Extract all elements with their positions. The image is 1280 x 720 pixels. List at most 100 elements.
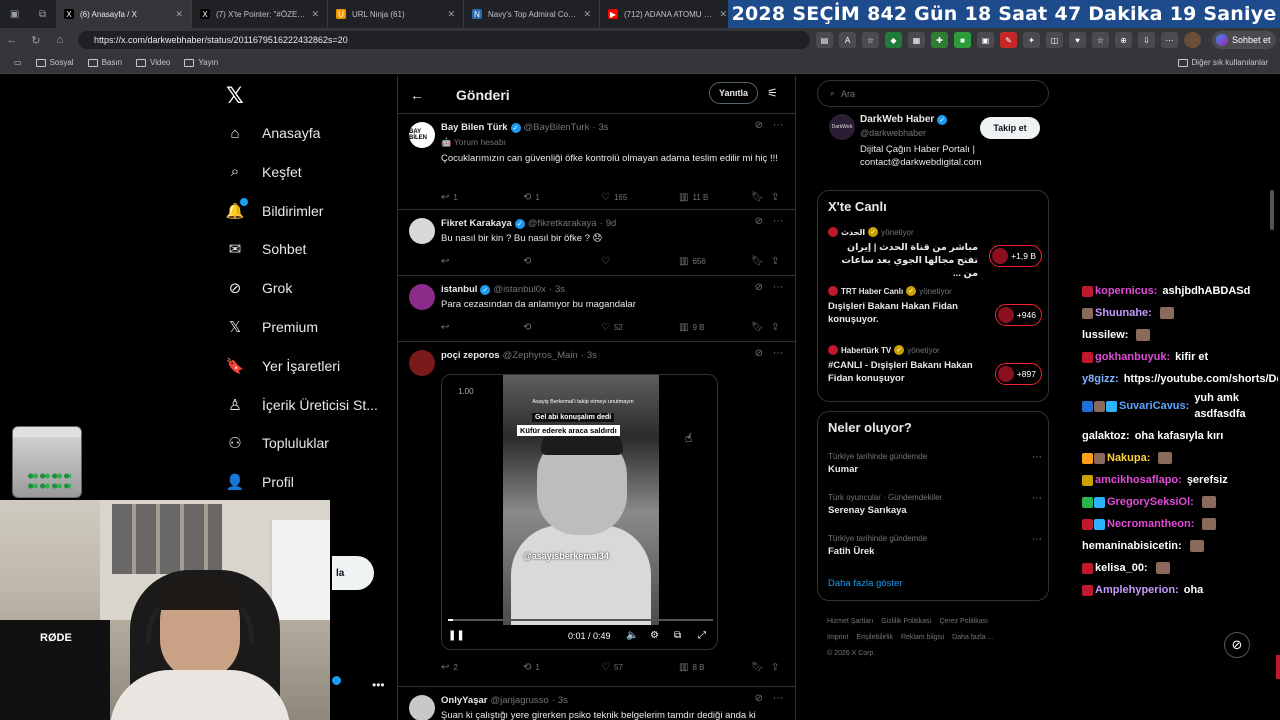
back-arrow-icon[interactable]: ←: [0, 34, 24, 46]
bookmark-button[interactable]: 🔖︎: [751, 256, 771, 267]
footer-link[interactable]: Imprint: [827, 634, 848, 641]
browser-tab[interactable]: N Navy's Top Admiral Concer ✕: [464, 0, 600, 28]
tweet-time[interactable]: 9d: [606, 218, 617, 229]
tweet-time[interactable]: 3s: [587, 350, 597, 361]
profile-handle[interactable]: @darkwebhaber: [860, 128, 926, 138]
reply-tweet[interactable]: OnlyYaşar @janjagrusso · 3s ⊘ ⋯ Şuan ki çal…: [398, 687, 795, 720]
nav-item-premium[interactable]: 𝕏 Premium: [226, 310, 318, 344]
more-icon[interactable]: ⋯: [773, 216, 783, 227]
extension-icon[interactable]: ▦: [908, 32, 925, 48]
avatar[interactable]: [409, 350, 435, 376]
author-name[interactable]: Fikret Karakaya: [441, 218, 512, 229]
author-handle[interactable]: @janjagrusso: [490, 695, 548, 706]
grok-icon[interactable]: ⊘: [755, 216, 763, 227]
repost-button[interactable]: ⟲: [523, 256, 601, 267]
account-menu-icon[interactable]: •••: [372, 678, 385, 692]
grok-icon[interactable]: ⊘: [755, 120, 763, 131]
show-more-link[interactable]: Daha fazla göster: [828, 578, 902, 589]
puzzle-icon[interactable]: ✦: [1023, 32, 1040, 48]
views-button[interactable]: ▥ 8 B: [679, 662, 751, 673]
collections-icon[interactable]: ⊕: [1115, 32, 1132, 48]
bookmark-button[interactable]: 🔖︎: [751, 662, 771, 673]
footer-link[interactable]: Hizmet Şartları: [827, 618, 873, 625]
star-icon[interactable]: ☆: [862, 32, 879, 48]
browser-tab[interactable]: X (7) X'te Pointer: "#ÖZELHAB ✕: [192, 0, 328, 28]
extension-icon[interactable]: ▣: [977, 32, 994, 48]
nav-item-explore[interactable]: ⌕ Keşfet: [226, 155, 302, 189]
downloads-icon[interactable]: ⇩: [1138, 32, 1155, 48]
url-field[interactable]: https://x.com/darkwebhaber/status/201167…: [78, 31, 810, 49]
browser-tab[interactable]: U URL Ninja (61) ✕: [328, 0, 464, 28]
bookmark-folder-basin[interactable]: Basın: [87, 58, 122, 67]
split-screen-icon[interactable]: ◫: [1046, 32, 1063, 48]
fullscreen-icon[interactable]: ⤢: [698, 630, 706, 641]
other-bookmarks[interactable]: Diğer sık kullanılanlar: [1177, 58, 1268, 67]
reply-tweet[interactable]: BAY BİLEN Bay Bilen Türk ✓ @BayBilenTurk ·…: [398, 114, 795, 210]
footer-link[interactable]: Daha fazla ...: [952, 634, 993, 641]
grok-icon[interactable]: ⊘: [1224, 632, 1250, 658]
extension-icon[interactable]: ✎: [1000, 32, 1017, 48]
browser-tab[interactable]: ▶ (712) ADANA ATOMU VE SI ✕: [600, 0, 736, 28]
reply-button[interactable]: ↩ 2: [441, 662, 523, 673]
more-icon[interactable]: ⋯: [1032, 534, 1042, 545]
avatar[interactable]: [1184, 32, 1201, 48]
extension-icon[interactable]: ✚: [931, 32, 948, 48]
footer-link[interactable]: Çerez Politikası: [939, 618, 988, 625]
bookmark-folder-video[interactable]: Video: [136, 58, 170, 67]
profile-icon[interactable]: ▣: [10, 9, 19, 20]
post-button[interactable]: la: [332, 556, 374, 590]
bookmark-folder-yayin[interactable]: Yayın: [184, 58, 218, 67]
tweet-time[interactable]: 3s: [558, 695, 568, 706]
browser-tab[interactable]: X (6) Anasayfa / X ✕: [56, 0, 192, 28]
nav-item-notifications[interactable]: 🔔 Bildirimler: [226, 194, 323, 228]
settings-icon[interactable]: ⚙: [650, 630, 659, 641]
bookmarks-sidebar-icon[interactable]: ▭: [14, 58, 22, 67]
nav-item-grok[interactable]: ⊘ Grok: [226, 271, 293, 305]
tab-groups-icon[interactable]: ⧉: [39, 9, 46, 20]
more-icon[interactable]: ⋯: [1032, 493, 1042, 504]
grok-icon[interactable]: ⊘: [755, 693, 763, 704]
favorites-icon[interactable]: ☆: [1092, 32, 1109, 48]
reply-button[interactable]: ↩: [441, 256, 523, 267]
picture-in-picture-icon[interactable]: ⧉: [674, 630, 681, 641]
footer-link[interactable]: Gizlilik Politikası: [881, 618, 931, 625]
avatar[interactable]: BAY BİLEN: [409, 122, 435, 148]
live-space-item[interactable]: الحدث ✓ yönetiyor مباشر من قناة الحدث | إير…: [828, 227, 1042, 281]
tweet-time[interactable]: 3s: [599, 122, 609, 133]
read-aloud-icon[interactable]: A: [839, 32, 856, 48]
nav-item-home[interactable]: ⌂ Anasayfa: [226, 116, 320, 150]
x-logo-icon[interactable]: 𝕏: [226, 84, 244, 109]
author-name[interactable]: OnlyYaşar: [441, 695, 487, 706]
bookmark-button[interactable]: 🔖︎: [751, 322, 771, 333]
footer-link[interactable]: Reklam bilgisi: [901, 634, 944, 641]
share-button[interactable]: ⇪: [771, 192, 779, 203]
tab-controls[interactable]: ▣ ⧉: [0, 0, 56, 28]
live-space-item[interactable]: Habertürk TV ✓ yönetiyor #CANLI - Dışişleri…: [828, 345, 1042, 399]
reader-icon[interactable]: ▤: [816, 32, 833, 48]
reply-tweet[interactable]: Fikret Karakaya ✓ @fikretkarakaya · 9d ⊘ ⋯ B…: [398, 210, 795, 276]
trend-item[interactable]: Türk oyuncular · Gündemdekiler Serenay Sa…: [828, 493, 1042, 516]
filter-sliders-icon[interactable]: ⚟: [767, 86, 778, 100]
author-name[interactable]: poçi zeporos: [441, 350, 500, 361]
more-icon[interactable]: ⋯: [1032, 452, 1042, 463]
bookmark-folder-sosyal[interactable]: Sosyal: [35, 58, 74, 67]
extension-icon[interactable]: ◆: [885, 32, 902, 48]
more-icon[interactable]: ⋯: [1161, 32, 1178, 48]
trend-item[interactable]: Türkiye tarihinde gündemde Kumar ⋯: [828, 452, 1042, 475]
repost-button[interactable]: ⟲ 1: [523, 662, 601, 673]
home-icon[interactable]: ⌂: [48, 34, 72, 46]
pause-icon[interactable]: ❚❚: [448, 630, 465, 641]
like-button[interactable]: ♡ 165: [601, 192, 679, 203]
close-icon[interactable]: ✕: [719, 9, 727, 20]
like-button[interactable]: ♡ 52: [601, 322, 679, 333]
repost-button[interactable]: ⟲: [523, 322, 601, 333]
share-button[interactable]: ⇪: [771, 662, 779, 673]
grok-icon[interactable]: ⊘: [755, 348, 763, 359]
page-scrollbar[interactable]: [1270, 190, 1274, 230]
follow-button[interactable]: Takip et: [980, 117, 1040, 139]
video-player[interactable]: 1.00 Asayiş Berkemal'i takip etmeyi unut…: [441, 374, 718, 650]
performance-icon[interactable]: ♥: [1069, 32, 1086, 48]
close-icon[interactable]: ✕: [311, 9, 319, 20]
more-icon[interactable]: ⋯: [773, 348, 783, 359]
copilot-chat-button[interactable]: Sohbet et: [1212, 31, 1276, 49]
